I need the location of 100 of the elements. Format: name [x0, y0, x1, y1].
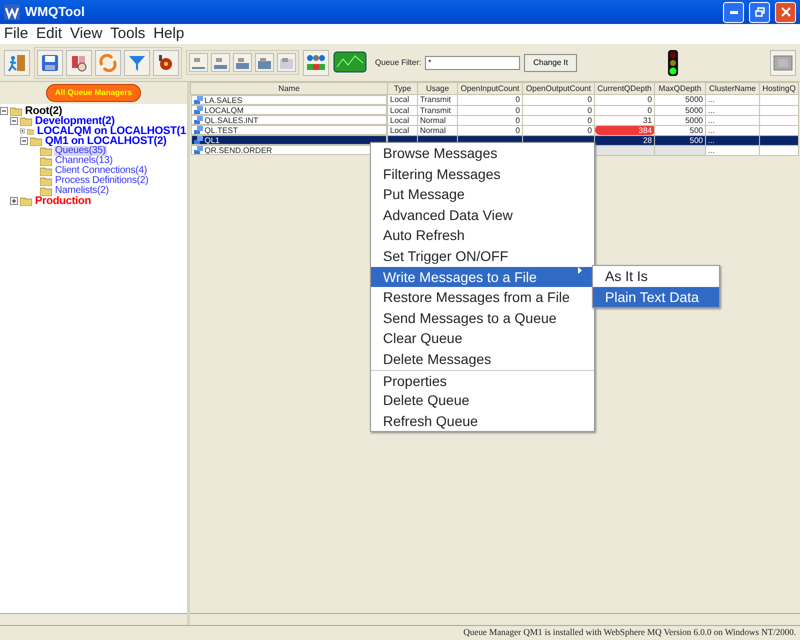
save-icon[interactable] [37, 50, 63, 76]
expand-icon[interactable] [20, 127, 25, 135]
collapse-icon[interactable] [20, 137, 28, 145]
tree-item[interactable]: Root(2) [24, 106, 64, 116]
table-cell: ... [708, 126, 715, 134]
menu-item[interactable]: Send Messages to a Queue [371, 308, 594, 328]
grid-icon[interactable] [277, 53, 296, 72]
filter-field[interactable]: * [425, 56, 520, 70]
menu-item[interactable]: Auto Refresh [371, 225, 594, 246]
restore-button[interactable] [749, 2, 770, 22]
table-cell: Normal [420, 116, 446, 124]
column-header[interactable]: CurrentQDepth [594, 82, 654, 94]
queue-icon [194, 96, 202, 104]
folder-icon [40, 186, 52, 196]
table-cell: ... [708, 106, 715, 114]
menu-item[interactable]: Set Trigger ON/OFF [371, 246, 594, 267]
queue-icon [194, 146, 202, 154]
status-text: Queue Manager QM1 is installed with WebSphere MQ Version 6.0.0 on Windows NT/2000. [0, 625, 800, 640]
queue-icon [194, 126, 202, 134]
table-cell: ... [708, 116, 715, 124]
level-two-icon[interactable] [211, 53, 230, 72]
app-logo-icon [4, 4, 20, 20]
menu-item[interactable]: Refresh Queue [371, 410, 594, 432]
menu-item[interactable]: Delete Messages [371, 348, 594, 370]
menu-item[interactable]: Tools [110, 22, 146, 46]
tree-item[interactable]: Process Definitions(2) [54, 176, 150, 186]
tree-item[interactable]: Channels(13) [54, 156, 114, 166]
scroll-bar[interactable] [0, 613, 187, 625]
table-cell: 0 [516, 116, 520, 124]
folder-icon [10, 106, 22, 116]
column-header[interactable]: ClusterName [706, 82, 760, 94]
table-cell: ... [708, 136, 715, 144]
tree-item[interactable]: LOCALQM on LOCALHOST(1 [36, 126, 187, 136]
collapse-icon[interactable] [10, 117, 18, 125]
traffic-light-icon [666, 48, 680, 76]
menu-item[interactable]: Restore Messages from a File [371, 287, 594, 308]
menu-item[interactable]: Delete Queue [371, 390, 594, 411]
level-three-icon[interactable] [233, 53, 252, 72]
folder-icon [20, 196, 32, 206]
menu-item[interactable]: Plain Text Data [593, 286, 719, 308]
table-cell: 500 [690, 126, 703, 134]
column-header[interactable]: Usage [418, 82, 458, 94]
column-header[interactable]: Type [388, 82, 418, 94]
menu-item[interactable]: Filtering Messages [371, 164, 594, 184]
table-cell: ... [708, 95, 715, 104]
level-one-icon[interactable] [189, 53, 208, 72]
menu-item[interactable]: Put Message [371, 184, 594, 205]
monitor-button[interactable] [333, 50, 367, 74]
menu-item[interactable]: Browse Messages [371, 143, 594, 164]
tree-item[interactable]: Development(2) [34, 116, 116, 126]
column-header[interactable]: MaxQDepth [654, 82, 706, 94]
folder-icon [40, 146, 52, 156]
queue-name[interactable]: QL.TEST [204, 126, 238, 134]
tree-item[interactable]: Client Connections(4) [54, 166, 148, 176]
table-cell: 0 [516, 126, 520, 134]
menu-item[interactable]: Properties [371, 370, 594, 390]
queue-name[interactable]: LOCALQM [204, 106, 244, 114]
table-cell: Transmit [420, 95, 451, 104]
table-cell: 0 [516, 106, 520, 114]
table-cell: 5000 [685, 106, 703, 114]
change-button[interactable]: Change It [524, 54, 577, 72]
menu-item[interactable]: Help [153, 22, 184, 46]
tree-item[interactable]: Production [34, 196, 92, 206]
table-cell: Normal [420, 126, 446, 134]
table-cell: 0 [588, 116, 592, 124]
menu-item[interactable]: Edit [36, 22, 62, 46]
folder-icon [40, 176, 52, 186]
menu-item[interactable]: View [70, 22, 102, 46]
tree-item[interactable]: Queues(35) [54, 146, 107, 156]
close-button[interactable] [775, 2, 796, 22]
expand-icon[interactable] [10, 197, 18, 205]
table-cell: 31 [643, 116, 652, 124]
table-cell: 0 [588, 126, 592, 134]
minimize-icon [730, 10, 738, 14]
table-cell: Transmit [420, 106, 451, 114]
menu-item[interactable]: As It Is [593, 266, 719, 287]
table-cell: ... [708, 146, 715, 154]
column-header[interactable]: HostingQ [760, 82, 798, 94]
tree-item[interactable]: Namelists(2) [54, 186, 110, 196]
minimize-button[interactable] [723, 2, 744, 22]
collapse-icon[interactable] [0, 107, 8, 115]
table-cell: 5000 [685, 116, 703, 124]
table-cell: Local [390, 126, 410, 134]
table-cell: 384 [638, 126, 652, 134]
column-header[interactable]: OpenOutputCount [522, 82, 594, 94]
tree-item[interactable]: QM1 on LOCALHOST(2) [44, 136, 168, 146]
exit-icon[interactable] [4, 50, 30, 76]
status-lights-icon[interactable] [303, 50, 329, 76]
column-header[interactable]: OpenInputCount [458, 82, 522, 94]
filter-icon[interactable] [124, 50, 150, 76]
table-cell: 500 [690, 136, 703, 144]
folder-icon [40, 156, 52, 166]
menu-item[interactable]: Advanced Data View [371, 204, 594, 226]
menu-item[interactable]: Clear Queue [371, 328, 594, 349]
menu-item[interactable]: File [4, 22, 28, 46]
table-cell: Local [390, 95, 410, 104]
queue-name[interactable]: QL1 [204, 136, 220, 144]
queue-name[interactable]: LA.SALES [204, 96, 242, 104]
menu-item[interactable]: Write Messages to a File [371, 266, 594, 288]
column-header[interactable]: Name [190, 82, 388, 94]
